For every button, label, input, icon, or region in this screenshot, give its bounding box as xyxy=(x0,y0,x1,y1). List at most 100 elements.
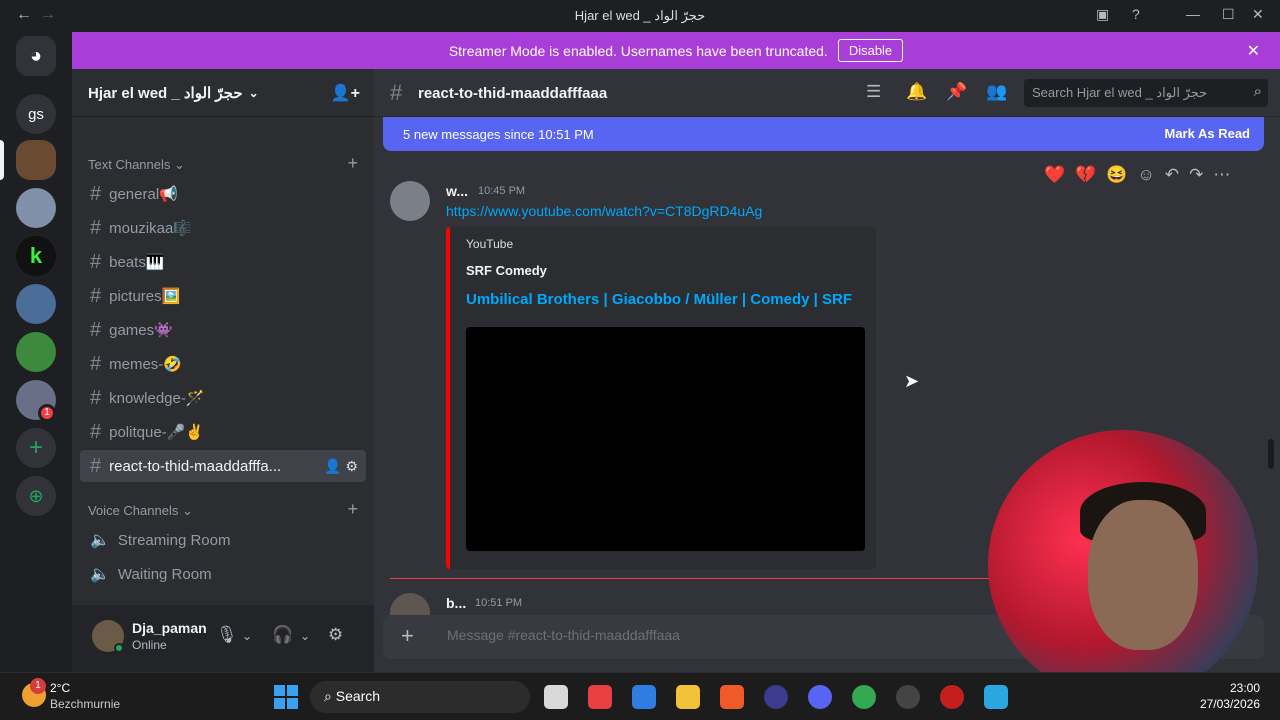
guild-header[interactable]: Hjar el wed _ حجرّ الواد ⌄ 👤+ xyxy=(72,69,374,117)
more-options-icon[interactable]: ⋯ xyxy=(1213,165,1230,191)
pin-icon[interactable]: 📌 xyxy=(946,82,967,102)
clock-date[interactable]: 27/03/2026 xyxy=(1200,697,1260,711)
server-icon-kick[interactable]: k xyxy=(16,236,56,276)
member-list-icon[interactable]: 👥 xyxy=(986,82,1007,102)
discover-icon[interactable]: ⊕ xyxy=(16,476,56,516)
hash-icon: # xyxy=(90,182,102,205)
invite-people-icon[interactable]: 👤+ xyxy=(331,83,360,103)
server-icon-4[interactable] xyxy=(16,332,56,372)
channel-general[interactable]: # general📢 xyxy=(80,178,366,210)
message-timestamp: 10:45 PM xyxy=(478,185,526,197)
server-icon-2[interactable] xyxy=(16,188,56,228)
message-author[interactable]: w... xyxy=(446,183,468,199)
server-icon-3[interactable] xyxy=(16,284,56,324)
add-text-channel-icon[interactable]: + xyxy=(347,153,358,174)
embed-title[interactable]: Umbilical Brothers | Giacobbo / Müller |… xyxy=(466,291,852,308)
user-settings-icon[interactable]: ⚙ xyxy=(328,625,343,645)
server-gs[interactable]: gs xyxy=(16,94,56,134)
heart-reaction-icon[interactable]: ❤️ xyxy=(1044,165,1065,191)
channel-mouzikaa[interactable]: # mouzikaa🎼 xyxy=(80,212,366,244)
notification-bell-icon[interactable]: 🔔 xyxy=(906,82,927,102)
weather-location[interactable]: Bezchmurnie xyxy=(50,697,120,711)
laugh-reaction-icon[interactable]: 😆 xyxy=(1106,165,1127,191)
channel-pictures[interactable]: # pictures🖼️ xyxy=(80,280,366,312)
add-reaction-icon[interactable]: ☺ xyxy=(1138,165,1155,191)
chevron-down-icon[interactable]: ⌄ xyxy=(300,629,310,643)
streamer-mode-banner: Streamer Mode is enabled. Usernames have… xyxy=(72,32,1280,69)
chrome-icon[interactable] xyxy=(852,685,876,709)
app-icon-1[interactable] xyxy=(588,685,612,709)
photos-icon[interactable] xyxy=(984,685,1008,709)
windows-start-icon[interactable] xyxy=(274,685,298,709)
brave-browser-icon[interactable] xyxy=(720,685,744,709)
file-explorer-icon[interactable] xyxy=(676,685,700,709)
hash-icon: # xyxy=(390,80,403,105)
reply-icon[interactable]: ↶ xyxy=(1165,165,1179,191)
voice-channel-waiting-room[interactable]: 🔈 Waiting Room xyxy=(80,558,366,590)
channel-react-to-thid[interactable]: # react-to-thid-maaddafffa... 👤 ⚙ xyxy=(80,450,366,482)
disable-button[interactable]: Disable xyxy=(837,39,904,62)
message-link[interactable]: https://www.youtube.com/watch?v=CT8DgRD4… xyxy=(446,203,762,219)
close-window-icon[interactable]: ✕ xyxy=(1252,6,1264,23)
channel-games[interactable]: # games👾 xyxy=(80,314,366,346)
channel-settings-icon[interactable]: ⚙ xyxy=(345,458,358,474)
minimize-icon[interactable]: — xyxy=(1186,6,1200,22)
scrollbar[interactable] xyxy=(1268,439,1274,469)
mark-as-read-button[interactable]: Mark As Read xyxy=(1165,126,1251,141)
task-view-icon[interactable] xyxy=(544,685,568,709)
embed-video-player[interactable] xyxy=(466,327,865,551)
message-input[interactable]: Message #react-to-thid-maaddafffaaa xyxy=(447,627,680,643)
search-input[interactable]: Search Hjar el wed _ حجرّ الواد ⌕ xyxy=(1024,79,1268,107)
taskbar-search-input[interactable]: ⌕ Search xyxy=(310,681,530,713)
create-invite-icon[interactable]: 👤 xyxy=(324,458,341,474)
app-icon-3[interactable] xyxy=(940,685,964,709)
channel-politque[interactable]: # politque-🎤✌️ xyxy=(80,416,366,448)
headphones-icon[interactable]: 🎧 xyxy=(272,625,293,645)
server-icon-1[interactable] xyxy=(16,140,56,180)
broken-heart-reaction-icon[interactable]: 💔 xyxy=(1075,165,1096,191)
speaker-icon: 🔈 xyxy=(90,566,110,583)
app-icon-2[interactable] xyxy=(764,685,788,709)
inbox-icon[interactable]: ▣ xyxy=(1096,6,1109,23)
weather-temperature[interactable]: 2°C xyxy=(50,681,70,695)
message-actions-bar: ❤️ 💔 😆 ☺ ↶ ↷ ⋯ xyxy=(1044,165,1230,191)
active-server-pill xyxy=(0,140,4,180)
channel-knowledge[interactable]: # knowledge-🪄 xyxy=(80,382,366,414)
maximize-icon[interactable]: ☐ xyxy=(1222,6,1235,23)
search-icon: ⌕ xyxy=(1253,83,1262,100)
embed-author[interactable]: SRF Comedy xyxy=(466,263,547,278)
add-server-icon[interactable]: + xyxy=(16,428,56,468)
webcam-overlay xyxy=(988,430,1258,700)
microphone-icon[interactable]: 🎙 xyxy=(216,625,238,645)
voice-channel-streaming-room[interactable]: 🔈 Streaming Room xyxy=(80,524,366,556)
obs-icon[interactable] xyxy=(896,685,920,709)
user-status: Online xyxy=(132,638,167,652)
channel-memes[interactable]: # memes-🤣 xyxy=(80,348,366,380)
clock-time[interactable]: 23:00 xyxy=(1230,681,1260,695)
online-status-icon xyxy=(114,643,124,653)
username[interactable]: Dja_paman xyxy=(132,620,207,636)
voice-channels-category[interactable]: Voice Channels ⌄ xyxy=(88,503,193,519)
discord-taskbar-icon[interactable] xyxy=(808,685,832,709)
hash-icon: # xyxy=(90,250,102,273)
message-avatar[interactable] xyxy=(390,181,430,221)
text-channels-category[interactable]: Text Channels ⌄ xyxy=(88,157,185,173)
add-voice-channel-icon[interactable]: + xyxy=(347,499,358,520)
threads-icon[interactable]: ☰ xyxy=(866,82,881,102)
close-banner-icon[interactable]: ✕ xyxy=(1247,41,1260,61)
hash-icon: # xyxy=(90,216,102,239)
help-icon[interactable]: ? xyxy=(1132,6,1140,22)
attach-plus-icon[interactable]: + xyxy=(401,623,414,649)
microsoft-store-icon[interactable] xyxy=(632,685,656,709)
chevron-down-icon[interactable]: ⌄ xyxy=(242,629,252,643)
discord-home-icon[interactable]: ◕ xyxy=(16,36,56,76)
youtube-embed: YouTube SRF Comedy Umbilical Brothers | … xyxy=(446,227,876,569)
forward-icon[interactable]: ↷ xyxy=(1189,165,1203,191)
banner-text: Streamer Mode is enabled. Usernames have… xyxy=(448,42,828,59)
hash-icon: # xyxy=(90,454,102,477)
hash-icon: # xyxy=(90,386,102,409)
new-messages-bar[interactable]: 5 new messages since 10:51 PM Mark As Re… xyxy=(383,117,1264,151)
channel-beats[interactable]: # beats🎹 xyxy=(80,246,366,278)
mouse-cursor-icon: ➤ xyxy=(904,371,920,391)
message-author[interactable]: b... xyxy=(446,595,466,611)
